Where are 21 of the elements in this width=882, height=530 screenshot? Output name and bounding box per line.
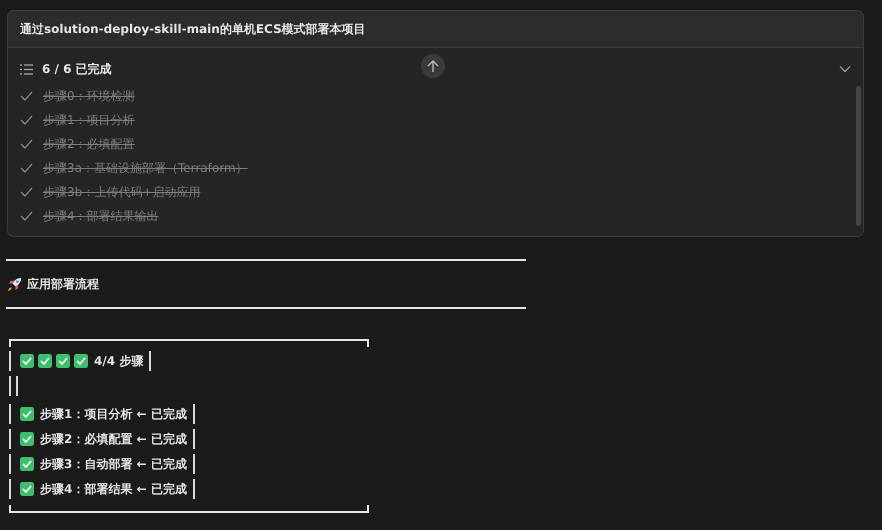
todo-item: 步骤1：项目分析 (43, 112, 135, 128)
row-text: 步骤3：自动部署 ← 已完成 (40, 456, 187, 472)
todo-item: 步骤3a：基础设施部署（Terraform） (43, 160, 248, 176)
todo-item: 步骤0：环境检测 (43, 88, 135, 104)
scrollbar[interactable] (856, 86, 861, 226)
collapse-toggle[interactable] (839, 65, 851, 73)
rocket-icon (7, 276, 22, 292)
task-title: 通过solution-deploy-skill-main的单机ECS模式部署本项目 (20, 20, 366, 38)
todo-item: 步骤2：必填配置 (43, 136, 135, 152)
progress-label: 6 / 6 已完成 (42, 60, 112, 78)
todo-item: 步骤3b：上传代码+启动应用 (43, 184, 200, 200)
todo-item: 步骤4：部署结果输出 (43, 208, 159, 224)
section-heading: 应用部署流程 (27, 276, 99, 292)
row-text: 4/4 步骤 (94, 352, 144, 370)
row-text: 步骤1：项目分析 ← 已完成 (40, 406, 187, 422)
row-text: 步骤2：必填配置 ← 已完成 (40, 430, 187, 448)
empty-box-row (9, 376, 18, 396)
row-text: 步骤4：部署结果 ← 已完成 (40, 480, 187, 498)
list-icon (20, 64, 33, 74)
scroll-up-button[interactable] (421, 54, 445, 78)
arrow-up-icon (426, 59, 440, 73)
